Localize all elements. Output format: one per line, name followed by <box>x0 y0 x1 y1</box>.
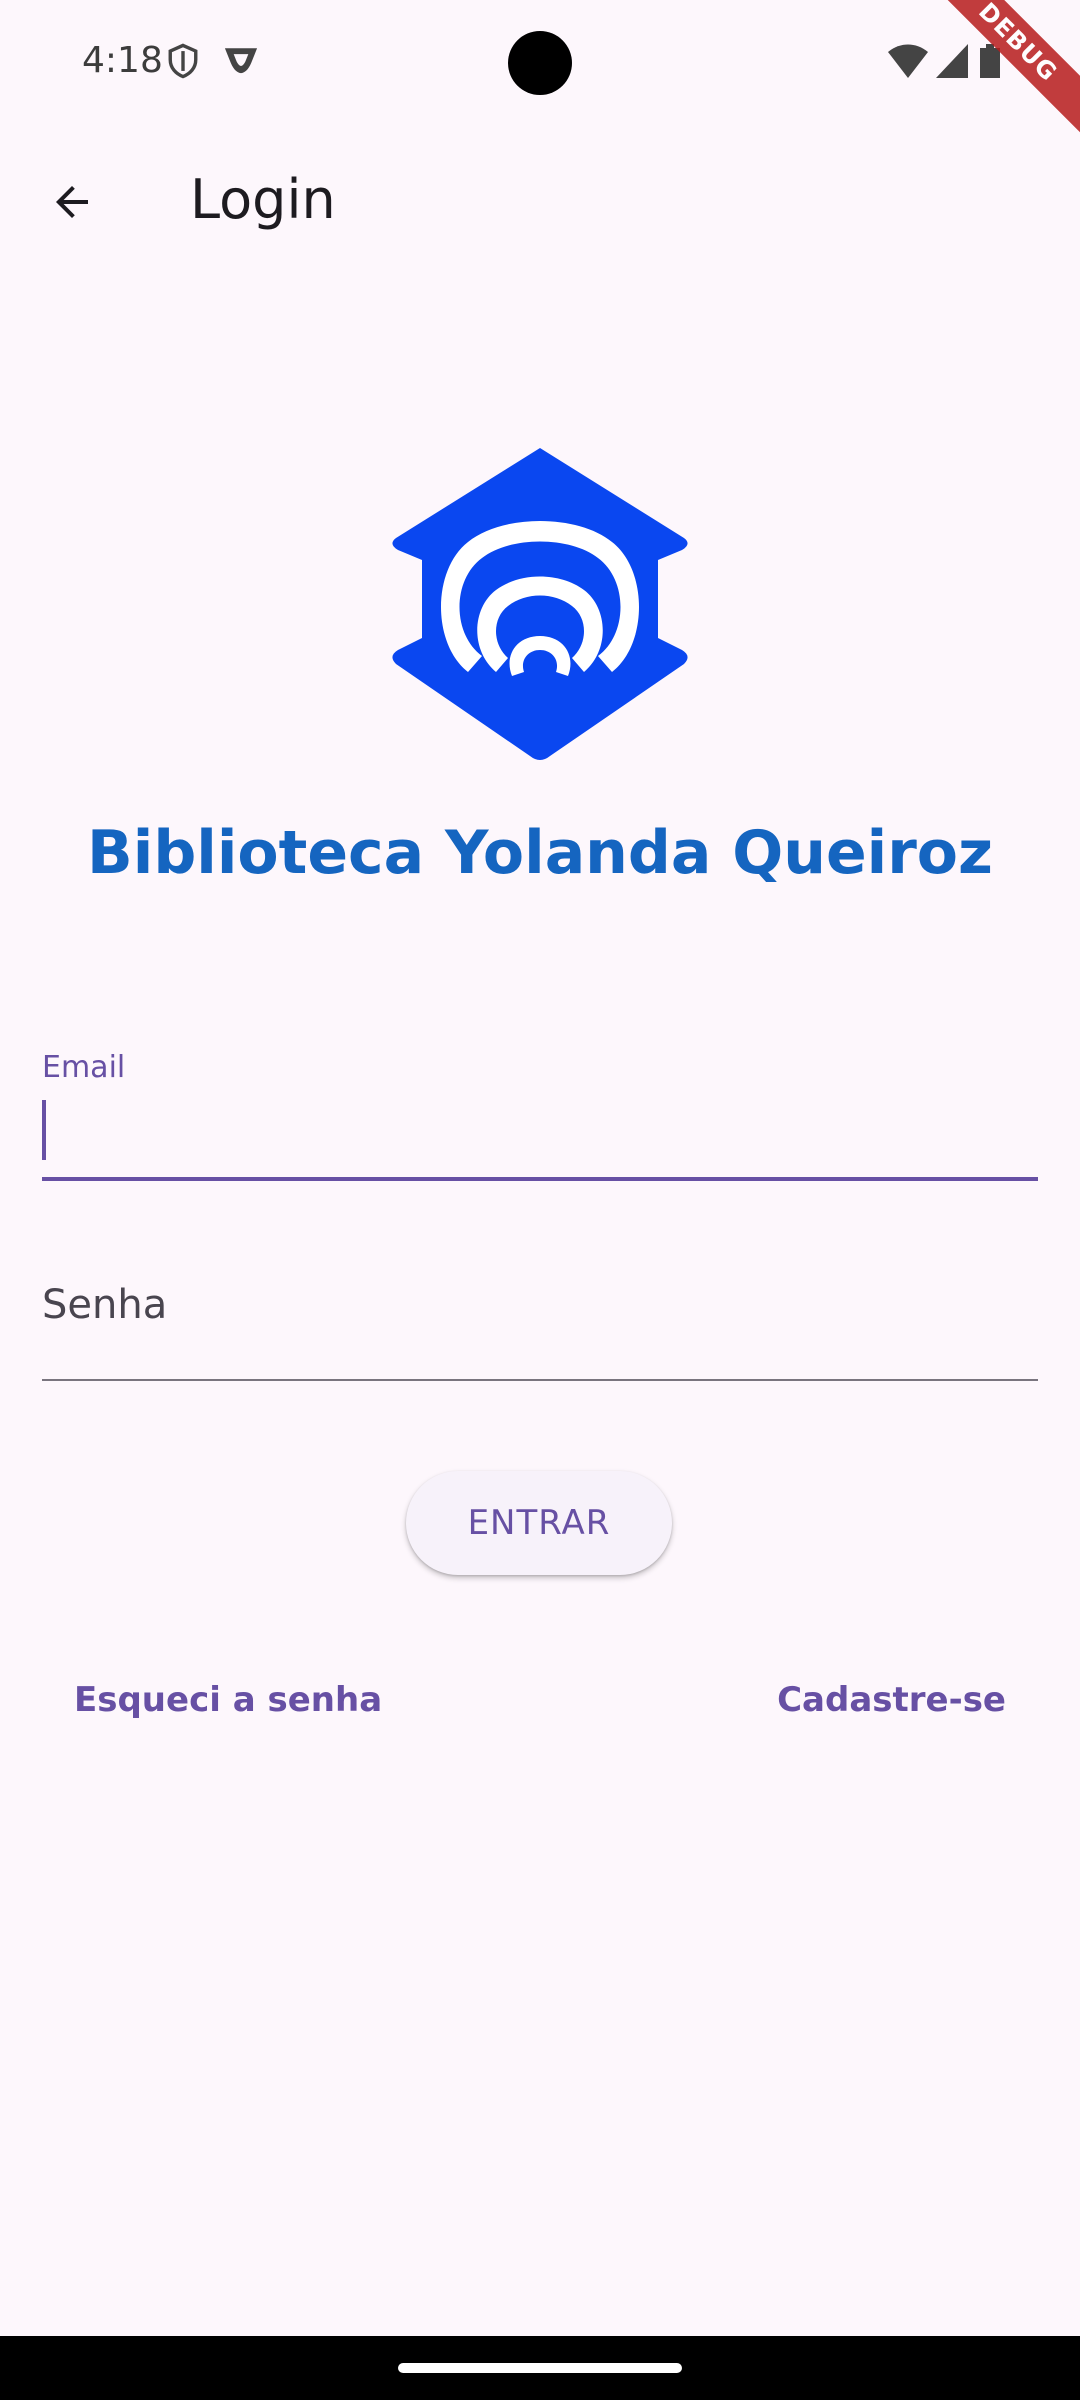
home-indicator[interactable] <box>398 2363 682 2373</box>
signup-link[interactable]: Cadastre-se <box>777 1680 1006 1720</box>
enter-button[interactable]: ENTRAR <box>406 1471 672 1575</box>
navigation-bar <box>0 2336 1080 2400</box>
email-field[interactable]: Email <box>42 1048 1038 1182</box>
vpn-icon <box>222 42 260 83</box>
wifi-icon <box>888 44 928 83</box>
email-underline <box>42 1177 1038 1181</box>
email-label: Email <box>42 1050 126 1085</box>
signal-icon <box>936 44 968 83</box>
brand-title: Biblioteca Yolanda Queiroz <box>87 818 993 888</box>
password-underline <box>42 1379 1038 1381</box>
page-title: Login <box>190 168 336 231</box>
library-logo <box>392 444 688 764</box>
back-button[interactable] <box>32 164 112 244</box>
arrow-back-icon <box>48 178 96 231</box>
camera-cutout <box>508 31 572 95</box>
shield-icon <box>166 42 200 85</box>
status-bar: 4:18 DEBUG <box>0 0 1080 156</box>
text-cursor <box>42 1100 46 1160</box>
login-screen: 4:18 DEBUG Login Biblioteca Yolanda Quei… <box>0 0 1080 2400</box>
password-label: Senha <box>42 1282 168 1328</box>
forgot-password-link[interactable]: Esqueci a senha <box>74 1680 382 1720</box>
app-bar: Login <box>0 128 1080 272</box>
status-time: 4:18 <box>82 40 163 81</box>
password-field[interactable]: Senha <box>42 1270 1038 1382</box>
